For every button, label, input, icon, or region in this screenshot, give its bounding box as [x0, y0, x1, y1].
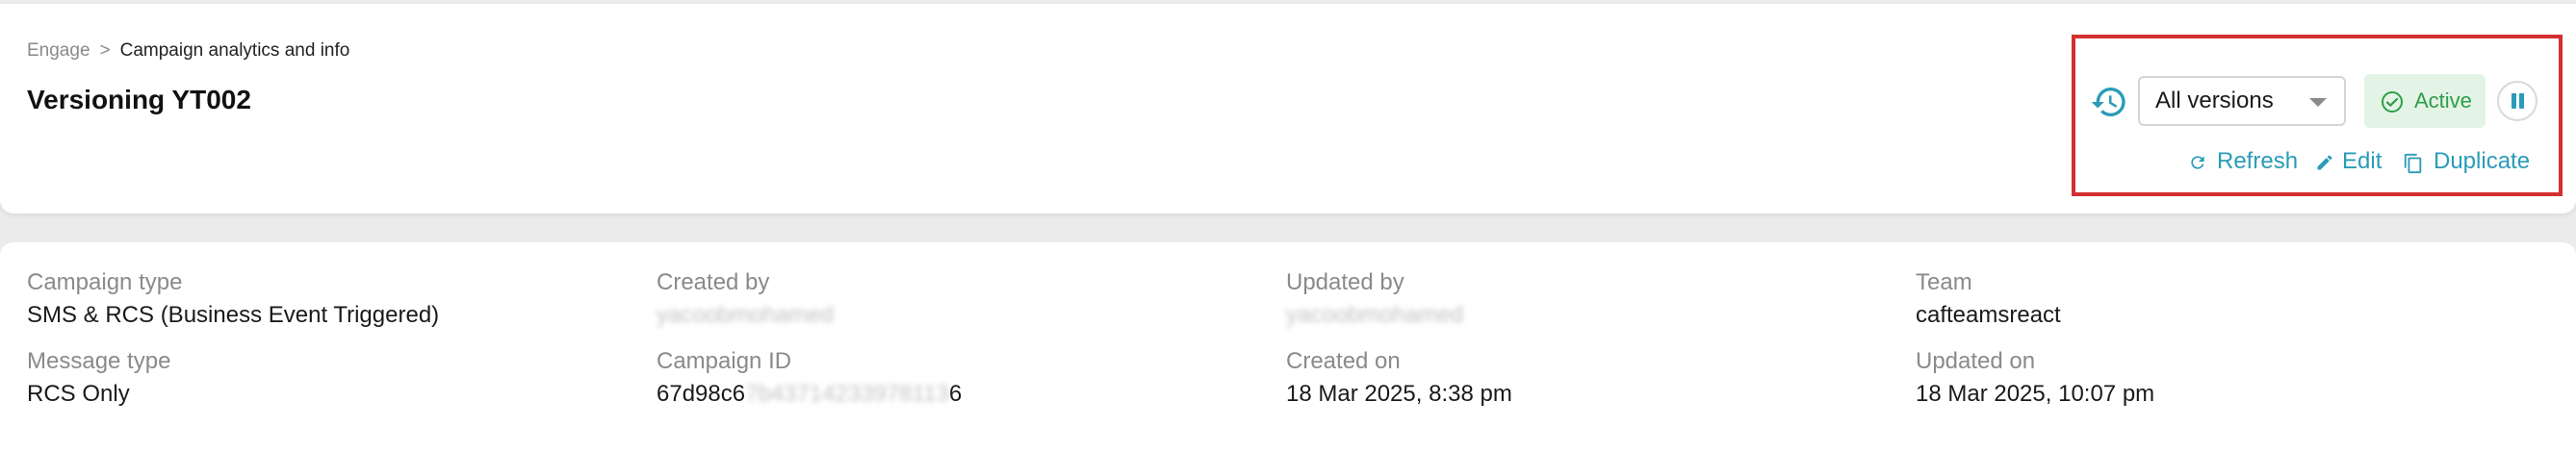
campaign-id-label: Campaign ID	[657, 348, 792, 374]
pause-icon	[2512, 93, 2516, 109]
created-on-value: 18 Mar 2025, 8:38 pm	[1286, 381, 1512, 407]
team-label: Team	[1916, 269, 1972, 295]
updated-by-value: yacoobmohamed	[1286, 302, 1464, 328]
refresh-label: Refresh	[2217, 148, 2299, 174]
pencil-icon	[2317, 155, 2332, 170]
breadcrumb: Engage > Campaign analytics and info	[27, 40, 349, 62]
pause-button[interactable]	[2497, 81, 2537, 121]
updated-by-label: Updated by	[1286, 269, 1404, 295]
edit-button[interactable]: Edit	[2315, 147, 2382, 176]
check-circle-icon	[2382, 91, 2403, 113]
campaign-id-blurred: 7b43714233978113	[745, 381, 949, 407]
created-by-label: Created by	[657, 269, 770, 295]
copy-icon	[2404, 153, 2422, 174]
version-history-icon[interactable]	[2090, 83, 2128, 121]
breadcrumb-current: Campaign analytics and info	[119, 40, 350, 61]
version-select[interactable]: All versions	[2138, 76, 2346, 126]
message-type-value: RCS Only	[27, 381, 130, 407]
updated-on-label: Updated on	[1916, 348, 2036, 374]
campaign-id-value: 67d98c67b437142339781136	[657, 381, 962, 408]
team-value: cafteamsreact	[1916, 302, 2061, 328]
pause-icon-bar	[2519, 93, 2524, 109]
duplicate-button[interactable]: Duplicate	[2403, 147, 2530, 176]
duplicate-label: Duplicate	[2434, 148, 2531, 174]
refresh-icon	[2191, 156, 2204, 169]
version-select-value: All versions	[2155, 88, 2274, 113]
created-by-value: yacoobmohamed	[657, 302, 835, 328]
created-on-label: Created on	[1286, 348, 1401, 374]
status-badge: Active	[2364, 74, 2486, 128]
refresh-button[interactable]: Refresh	[2188, 147, 2298, 176]
edit-label: Edit	[2342, 148, 2383, 174]
campaign-details-card: Campaign type SMS & RCS (Business Event …	[0, 242, 2576, 452]
campaign-type-label: Campaign type	[27, 269, 183, 295]
campaign-type-value: SMS & RCS (Business Event Triggered)	[27, 302, 440, 328]
updated-on-value: 18 Mar 2025, 10:07 pm	[1916, 381, 2155, 407]
chevron-down-icon	[2309, 98, 2327, 107]
campaign-id-visible: 67d98c6	[657, 381, 746, 407]
breadcrumb-separator: >	[99, 40, 111, 61]
message-type-label: Message type	[27, 348, 171, 374]
campaign-id-tail: 6	[948, 381, 963, 407]
breadcrumb-engage-link[interactable]: Engage	[27, 40, 90, 61]
status-label: Active	[2414, 88, 2472, 113]
page-title: Versioning YT002	[27, 85, 251, 114]
